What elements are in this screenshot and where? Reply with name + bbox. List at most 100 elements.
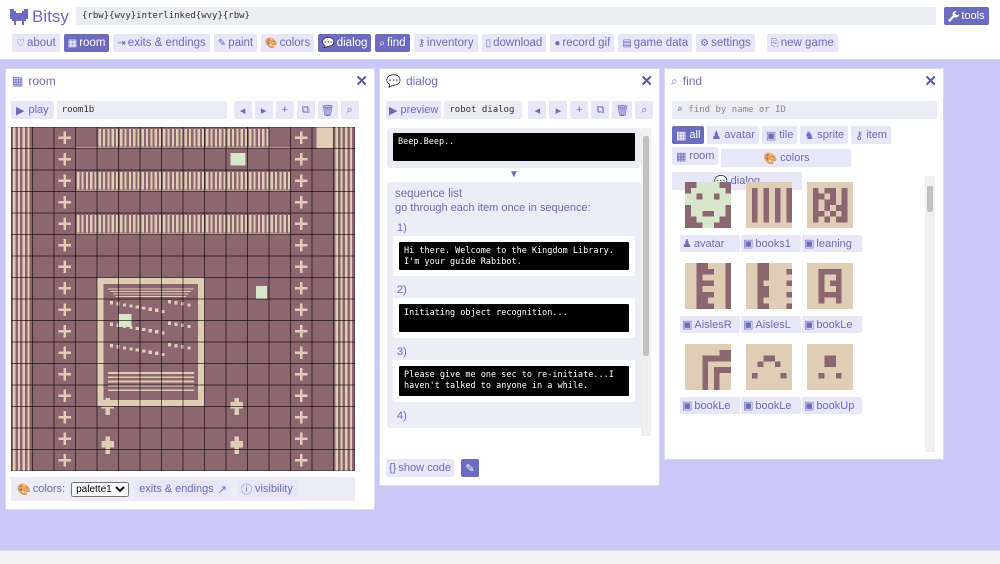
filter-room-button[interactable]: ▦ room xyxy=(672,147,719,165)
dialog-name-input[interactable]: robot dialog xyxy=(444,101,523,119)
colors-label: colors: xyxy=(32,483,66,495)
find-dialog-button[interactable]: ⌕ xyxy=(635,101,654,119)
filter-item-button[interactable]: ⚷ item xyxy=(851,126,891,144)
game-title-input[interactable]: {rbw}{wvy}interlinked{wvy}{rbw} xyxy=(76,7,936,25)
close-icon[interactable]: ✕ xyxy=(924,72,937,90)
filter-all-button[interactable]: ▦ all xyxy=(672,126,705,144)
tile-label: ▣ bookLe xyxy=(680,397,740,414)
tile-name: bookLe xyxy=(816,318,853,331)
nav-room-button[interactable]: ▦ room xyxy=(63,34,110,52)
page-horizontal-scrollbar[interactable] xyxy=(0,550,1000,564)
pencil-icon: ✎ xyxy=(465,462,475,475)
find-result-tile[interactable]: ♟ avatar xyxy=(680,182,740,252)
nav-settings-button[interactable]: ⚙ settings xyxy=(696,34,755,52)
tile-icon: ▣ xyxy=(743,319,754,331)
next-room-button[interactable]: ▸ xyxy=(254,101,273,119)
nav-about-button[interactable]: ♡ about xyxy=(12,34,60,52)
prev-room-button[interactable]: ◂ xyxy=(233,101,252,119)
nav-download-button[interactable]: ▯ download xyxy=(481,34,547,52)
new-file-icon: ⎘ xyxy=(770,37,779,49)
sequence-type-link[interactable]: sequence: xyxy=(539,202,591,214)
expand-arrow-icon[interactable]: ▼ xyxy=(387,168,641,182)
show-code-button[interactable]: {} show code xyxy=(386,459,454,477)
nav-colors-label: colors xyxy=(279,37,311,49)
sequence-desc: go through each item once in sequence: xyxy=(387,202,641,218)
tile-thumbnail xyxy=(807,344,853,390)
palette-icon: 🎨 xyxy=(763,152,778,165)
exits-endings-button[interactable]: exits & endings ↗ xyxy=(135,480,231,498)
nav-paint-button[interactable]: ✎ paint xyxy=(213,34,258,52)
find-result-tile[interactable]: ▣ AislesL xyxy=(741,263,801,333)
find-result-tile[interactable]: ▣ bookLe xyxy=(802,263,862,333)
tile-thumbnail xyxy=(807,182,853,228)
exit-icon: ⇥ xyxy=(117,37,126,49)
tile-thumbnail xyxy=(746,182,792,228)
tile-label: ▣ bookLe xyxy=(802,316,862,333)
prev-dialog-button[interactable]: ◂ xyxy=(528,101,547,119)
edit-mode-button[interactable]: ✎ xyxy=(460,459,479,477)
visibility-button[interactable]: ⓘ visibility xyxy=(236,480,297,498)
dialog-scrollbar-thumb[interactable] xyxy=(643,136,649,356)
tile-icon: ▣ xyxy=(765,129,777,142)
chevron-left-icon: ◂ xyxy=(534,104,541,117)
find-scrollbar-thumb[interactable] xyxy=(927,186,933,212)
nav-inventory-button[interactable]: ⚷ inventory xyxy=(413,34,478,52)
find-search-input[interactable]: ⌕ find by name or ID xyxy=(672,101,937,119)
tools-button[interactable]: tools xyxy=(944,7,989,25)
delete-room-button[interactable]: 🗑 xyxy=(317,101,338,119)
trash-icon: 🗑 xyxy=(615,104,630,117)
filter-label: avatar xyxy=(724,129,755,141)
find-result-tile[interactable]: ▣ AislesR xyxy=(680,263,740,333)
nav-gamedata-button[interactable]: ▤ game data xyxy=(618,34,693,52)
find-scrollbar[interactable] xyxy=(925,176,935,452)
nav-dialog-label: dialog xyxy=(336,37,368,49)
nav-find-button[interactable]: ⌕ find xyxy=(375,34,410,52)
find-panel-title: find xyxy=(682,74,703,88)
nav-record-button[interactable]: ● record gif xyxy=(550,34,615,52)
filter-avatar-button[interactable]: ♟ avatar xyxy=(707,126,759,144)
filter-colors-button[interactable]: 🎨 colors xyxy=(721,149,852,167)
tile-name: AislesR xyxy=(694,318,732,331)
nav-settings-label: settings xyxy=(711,37,751,49)
find-panel-header[interactable]: ⌕ find ✕ xyxy=(665,69,943,93)
sequence-item-text[interactable]: Please give me one sec to re-initiate...… xyxy=(399,366,629,396)
nav-exits-button[interactable]: ⇥ exits & endings xyxy=(113,34,210,52)
delete-dialog-button[interactable]: 🗑 xyxy=(612,101,633,119)
filter-sprite-button[interactable]: ♞ sprite xyxy=(800,126,849,144)
next-dialog-button[interactable]: ▸ xyxy=(549,101,568,119)
close-icon[interactable]: ✕ xyxy=(355,72,368,90)
dialog-scrollbar[interactable] xyxy=(641,128,651,436)
duplicate-room-button[interactable]: ⧉ xyxy=(296,101,315,119)
nav-newgame-button[interactable]: ⎘ new game xyxy=(766,34,838,52)
brush-icon: ✎ xyxy=(217,37,227,49)
sequence-item-text[interactable]: Hi there. Welcome to the Kingdom Library… xyxy=(399,242,629,270)
add-room-button[interactable]: + xyxy=(275,101,294,119)
find-result-tile[interactable]: ▣ leaning xyxy=(802,182,862,252)
nav-dialog-button[interactable]: 💬 dialog xyxy=(318,34,372,52)
play-button[interactable]: ▶ play xyxy=(11,101,54,119)
find-result-tile[interactable]: ▣ bookUp xyxy=(802,344,862,414)
room-name-input[interactable]: room1b xyxy=(56,101,227,119)
nav-colors-button[interactable]: 🎨 colors xyxy=(261,34,315,52)
add-dialog-button[interactable]: + xyxy=(570,101,589,119)
find-result-tile[interactable]: ▣ bookLe xyxy=(680,344,740,414)
main-nav: ♡ about ▦ room ⇥ exits & endings ✎ paint 🎨 colors… xyxy=(12,34,838,52)
palette-select[interactable]: palette1 xyxy=(71,481,130,497)
room-panel-header[interactable]: ▦ room ✕ xyxy=(6,69,374,93)
wrench-icon xyxy=(948,10,960,22)
dialog-panel-title: dialog xyxy=(405,74,438,88)
dialog-panel-header[interactable]: 💬 dialog ✕ xyxy=(380,69,659,93)
find-result-tile[interactable]: ▣ bookLe xyxy=(741,344,801,414)
main-dialog-text[interactable]: Beep.Beep.. xyxy=(393,133,635,161)
sequence-title: sequence list xyxy=(395,188,463,200)
external-link-icon: ↗ xyxy=(217,483,227,496)
find-result-tile[interactable]: ▣ books1 xyxy=(741,182,801,252)
preview-button[interactable]: ▶ preview xyxy=(386,101,442,119)
find-room-button[interactable]: ⌕ xyxy=(340,101,359,119)
sequence-item-text[interactable]: Initiating object recognition... xyxy=(399,304,629,332)
duplicate-dialog-button[interactable]: ⧉ xyxy=(591,101,610,119)
room-canvas[interactable] xyxy=(11,127,355,471)
info-icon: ⓘ xyxy=(240,484,252,496)
filter-tile-button[interactable]: ▣ tile xyxy=(761,126,798,144)
close-icon[interactable]: ✕ xyxy=(640,72,653,90)
